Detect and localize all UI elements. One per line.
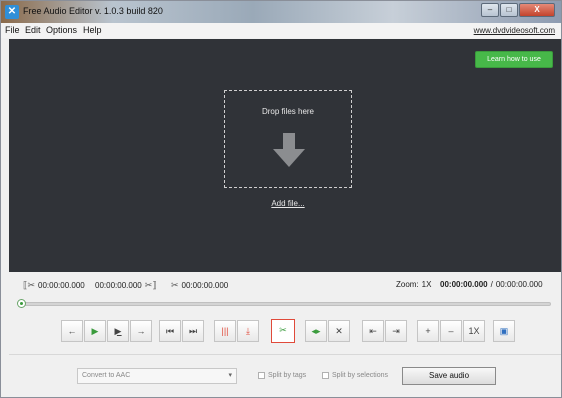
menu-bar: File Edit Options Help www.dvdvideosoft.… bbox=[1, 23, 561, 38]
zoom-reset-button[interactable]: 1X bbox=[463, 320, 485, 342]
zoom-value: 1X bbox=[421, 280, 432, 289]
download-arrow-icon bbox=[273, 133, 305, 167]
output-format-value: Convert to AAC bbox=[82, 372, 131, 379]
maximize-button[interactable]: □ bbox=[500, 3, 518, 17]
insert-marker-icon[interactable]: ⤓ bbox=[237, 320, 259, 342]
chevron-down-icon: ▾ bbox=[228, 372, 232, 379]
playback-group: ← ▶ ▶̲ → bbox=[61, 320, 152, 342]
selection-end-group: 00:00:00.000 ✂⟧ bbox=[95, 280, 157, 291]
split-by-tags-checkbox[interactable] bbox=[258, 372, 265, 379]
zoom-label: Zoom: bbox=[396, 280, 419, 289]
menu-help[interactable]: Help bbox=[83, 25, 102, 35]
zoom-in-icon[interactable]: + bbox=[417, 320, 439, 342]
image-view-icon[interactable]: ▣ bbox=[493, 320, 515, 342]
title-bar[interactable]: ✕ Free Audio Editor v. 1.0.3 build 820 –… bbox=[1, 1, 561, 23]
selection-length-icon: ✂ bbox=[171, 280, 179, 290]
window-controls: – □ X bbox=[481, 3, 555, 17]
current-time: 00:00:00.000 bbox=[440, 280, 488, 289]
timeline-panel: ⟦✂ 00:00:00.000 00:00:00.000 ✂⟧ ✂ 00:00:… bbox=[9, 272, 561, 312]
menu-edit[interactable]: Edit bbox=[25, 25, 41, 35]
drop-files-label: Drop files here bbox=[261, 107, 315, 116]
add-file-link[interactable]: Add file... bbox=[224, 199, 352, 208]
drop-zone[interactable]: Learn how to use Drop files here Add fil… bbox=[9, 39, 561, 272]
jump-start-icon[interactable]: ⏮ bbox=[159, 320, 181, 342]
zoom-group: Zoom: 1X bbox=[396, 280, 431, 289]
cut-group: ✂ bbox=[271, 319, 295, 343]
jump-end-icon[interactable]: ⏭ bbox=[182, 320, 204, 342]
selection-length-time: 00:00:00.000 bbox=[181, 281, 229, 290]
editing-toolbar: ← ▶ ▶̲ → ⏮ ⏭ ||| ⤓ ✂ ◂▸ ✕ ⇤ ⇥ + – 1X ▣ bbox=[9, 314, 561, 348]
selection-bounds-group: ⇤ ⇥ bbox=[362, 320, 407, 342]
time-separator: / bbox=[490, 280, 493, 289]
zoom-controls-group: + – 1X bbox=[417, 320, 485, 342]
position-slider-handle[interactable] bbox=[17, 299, 26, 308]
skip-forward-icon[interactable]: → bbox=[130, 320, 152, 342]
output-format-select[interactable]: Convert to AAC ▾ bbox=[77, 368, 237, 384]
selection-start-group: ⟦✂ 00:00:00.000 bbox=[23, 280, 85, 291]
selection-length-group: ✂ 00:00:00.000 bbox=[171, 280, 228, 291]
output-bar: Convert to AAC ▾ Split by tags Split by … bbox=[9, 354, 561, 394]
split-by-selections-label: Split by selections bbox=[332, 372, 389, 379]
app-window: ✕ Free Audio Editor v. 1.0.3 build 820 –… bbox=[0, 0, 562, 398]
total-time: 00:00:00.000 bbox=[495, 280, 543, 289]
save-audio-button[interactable]: Save audio bbox=[402, 367, 496, 385]
play-selection-icon[interactable]: ▶̲ bbox=[107, 320, 129, 342]
position-slider-track[interactable] bbox=[19, 302, 551, 306]
marker-group: ||| ⤓ bbox=[214, 320, 259, 342]
selection-end-time: 00:00:00.000 bbox=[95, 281, 142, 290]
app-logo-icon: ✕ bbox=[5, 5, 19, 19]
select-region-icon[interactable]: ◂▸ bbox=[305, 320, 327, 342]
cut-scissors-icon[interactable]: ✂ bbox=[271, 319, 295, 343]
zoom-out-icon[interactable]: – bbox=[440, 320, 462, 342]
website-link[interactable]: www.dvdvideosoft.com bbox=[474, 26, 555, 35]
selection-end-icon[interactable]: ✂⟧ bbox=[145, 280, 157, 291]
menu-options[interactable]: Options bbox=[46, 25, 77, 35]
clear-selection-icon[interactable]: ✕ bbox=[328, 320, 350, 342]
learn-how-button[interactable]: Learn how to use bbox=[475, 51, 553, 68]
select-group: ◂▸ ✕ bbox=[305, 320, 350, 342]
split-by-selections-option[interactable]: Split by selections bbox=[322, 372, 388, 379]
window-title: Free Audio Editor v. 1.0.3 build 820 bbox=[23, 6, 163, 16]
jump-group: ⏮ ⏭ bbox=[159, 320, 204, 342]
split-by-tags-label: Split by tags bbox=[268, 372, 307, 379]
selection-to-end-icon[interactable]: ⇥ bbox=[385, 320, 407, 342]
split-marker-icon[interactable]: ||| bbox=[214, 320, 236, 342]
selection-start-time: 00:00:00.000 bbox=[38, 281, 85, 290]
close-button[interactable]: X bbox=[519, 3, 555, 17]
selection-to-start-icon[interactable]: ⇤ bbox=[362, 320, 384, 342]
play-icon[interactable]: ▶ bbox=[84, 320, 106, 342]
selection-start-icon[interactable]: ⟦✂ bbox=[23, 280, 35, 291]
split-by-selections-checkbox[interactable] bbox=[322, 372, 329, 379]
drop-target-box[interactable]: Drop files here bbox=[224, 90, 352, 188]
menu-file[interactable]: File bbox=[5, 25, 20, 35]
view-group: ▣ bbox=[493, 320, 515, 342]
split-by-tags-option[interactable]: Split by tags bbox=[258, 372, 306, 379]
position-group: 00:00:00.000 / 00:00:00.000 bbox=[440, 280, 543, 289]
skip-back-icon[interactable]: ← bbox=[61, 320, 83, 342]
minimize-button[interactable]: – bbox=[481, 3, 499, 17]
